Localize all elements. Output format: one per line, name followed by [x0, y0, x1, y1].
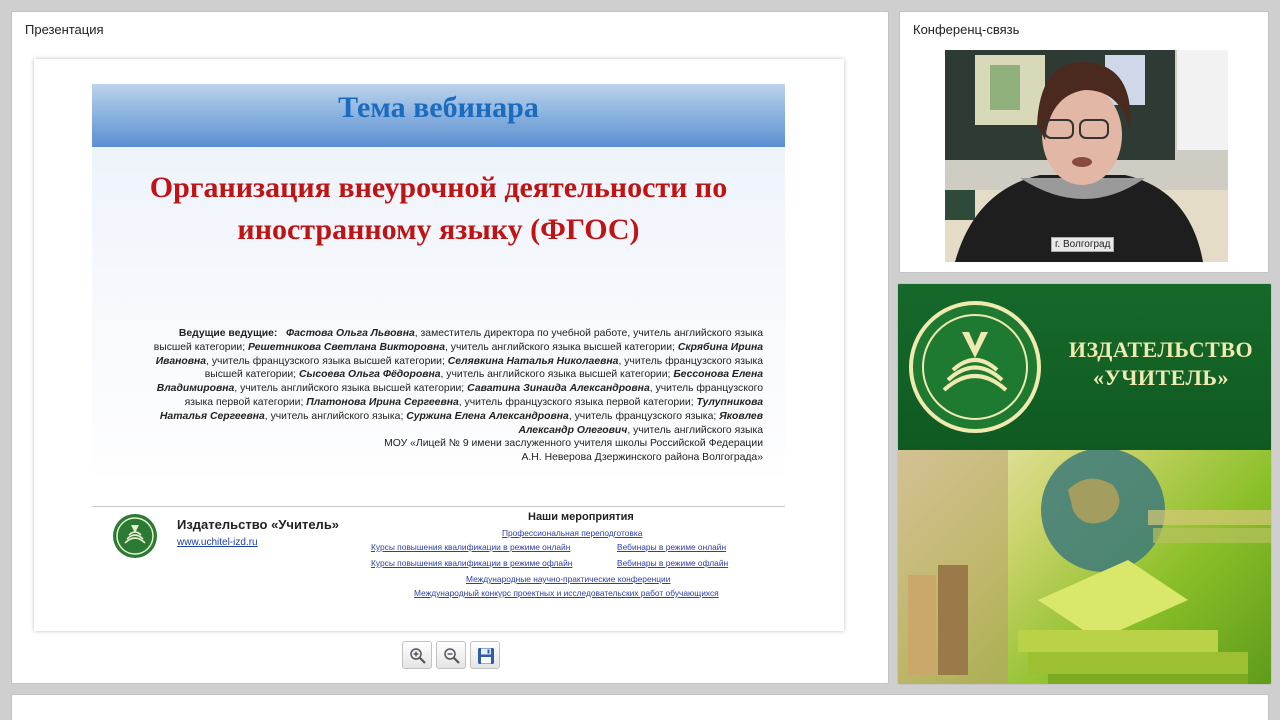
host-name: Решетникова Светлана Викторовна [247, 341, 446, 353]
host-role: , учитель английского языка; [264, 410, 407, 422]
banner-title: ИЗДАТЕЛЬСТВО «УЧИТЕЛЬ» [1058, 336, 1264, 392]
host-name: Суржина Елена Александровна [406, 410, 569, 422]
publisher-logo-icon [113, 514, 157, 558]
host-role: , учитель английского языка [627, 424, 763, 436]
books-globe-illustration [898, 448, 1271, 684]
host-role: , учитель французского языка; [568, 410, 720, 422]
link-courses-online[interactable]: Курсы повышения квалификации в режиме он… [371, 542, 570, 552]
banner-title-line-2: «УЧИТЕЛЬ» [1093, 365, 1229, 390]
zoom-in-icon [410, 648, 426, 664]
publisher-banner[interactable]: ИЗДАТЕЛЬСТВО «УЧИТЕЛЬ» [897, 283, 1272, 685]
banner-title-line-1: ИЗДАТЕЛЬСТВО [1068, 337, 1254, 362]
publisher-emblem-icon [909, 301, 1041, 433]
city-label: г. Волгоград [1051, 237, 1115, 252]
save-button[interactable] [470, 641, 500, 669]
host-name: Фастова Ольга Львовна [286, 328, 415, 339]
host-role: , учитель французского языка первой кате… [458, 396, 697, 408]
host-name: Селявкина Наталья Николаевна [447, 355, 619, 367]
school-line-1: МОУ «Лицей № 9 имени заслуженного учител… [384, 438, 763, 450]
footer-publisher-name: Издательство «Учитель» [177, 517, 340, 532]
bottom-panel [11, 694, 1269, 720]
hosts-lead: Ведущие ведущие: [178, 328, 278, 339]
host-name: Саватина Зинаида Александровна [467, 383, 650, 395]
link-retraining[interactable]: Профессиональная переподготовка [502, 528, 642, 538]
slide-footer: Издательство «Учитель» www.uchitel-izd.r… [92, 506, 785, 606]
presenter-video-image [945, 50, 1228, 262]
slide-header: Тема вебинара [92, 84, 785, 147]
link-contest[interactable]: Международный конкурс проектных и исслед… [414, 588, 719, 598]
conference-panel-title: Конференц-связь [913, 22, 1020, 37]
footer-events-title: Наши мероприятия [528, 511, 634, 523]
host-role: , учитель английского языка высшей катег… [440, 369, 674, 381]
slide-body: Организация внеурочной деятельности по и… [92, 147, 785, 477]
banner-top: ИЗДАТЕЛЬСТВО «УЧИТЕЛЬ» [898, 284, 1271, 450]
video-feed[interactable]: г. Волгоград [945, 50, 1228, 262]
conference-panel: Конференц-связь г. Волгоград [899, 11, 1269, 273]
host-name: Сысоева Ольга Фёдоровна [298, 369, 441, 381]
link-webinars-online[interactable]: Вебинары в режиме онлайн [617, 542, 726, 552]
zoom-out-icon [444, 648, 460, 664]
slide-hosts: Ведущие ведущие: Фастова Ольга Львовна, … [144, 327, 763, 465]
host-role: , учитель английского языка высшей катег… [234, 383, 468, 395]
host-role: , учитель английского языка высшей катег… [445, 341, 678, 353]
host-name: Платонова Ирина Сергеевна [306, 396, 459, 408]
hosts-list: Фастова Ольга Львовна, заместитель дирек… [154, 328, 763, 436]
zoom-out-button[interactable] [436, 641, 466, 669]
presentation-panel: Презентация Тема вебинара Организация вн… [11, 11, 889, 684]
slide-main-title: Организация внеурочной деятельности по и… [149, 171, 728, 246]
banner-books-image [898, 448, 1271, 684]
slide-viewer[interactable]: Тема вебинара Организация внеурочной дея… [34, 59, 844, 631]
link-courses-offline[interactable]: Курсы повышения квалификации в режиме оф… [371, 558, 572, 568]
zoom-in-button[interactable] [402, 641, 432, 669]
presentation-panel-title: Презентация [25, 22, 104, 37]
slide-header-text: Тема вебинара [338, 91, 539, 124]
link-webinars-offline[interactable]: Вебинары в режиме офлайн [617, 558, 728, 568]
host-role: , учитель французского языка высшей кате… [206, 355, 448, 367]
school-line-2: А.Н. Неверова Дзержинского района Волгог… [521, 452, 763, 464]
footer-url-link[interactable]: www.uchitel-izd.ru [177, 537, 258, 548]
floppy-disk-icon [478, 648, 494, 664]
link-conferences[interactable]: Международные научно-практические конфер… [466, 574, 670, 584]
